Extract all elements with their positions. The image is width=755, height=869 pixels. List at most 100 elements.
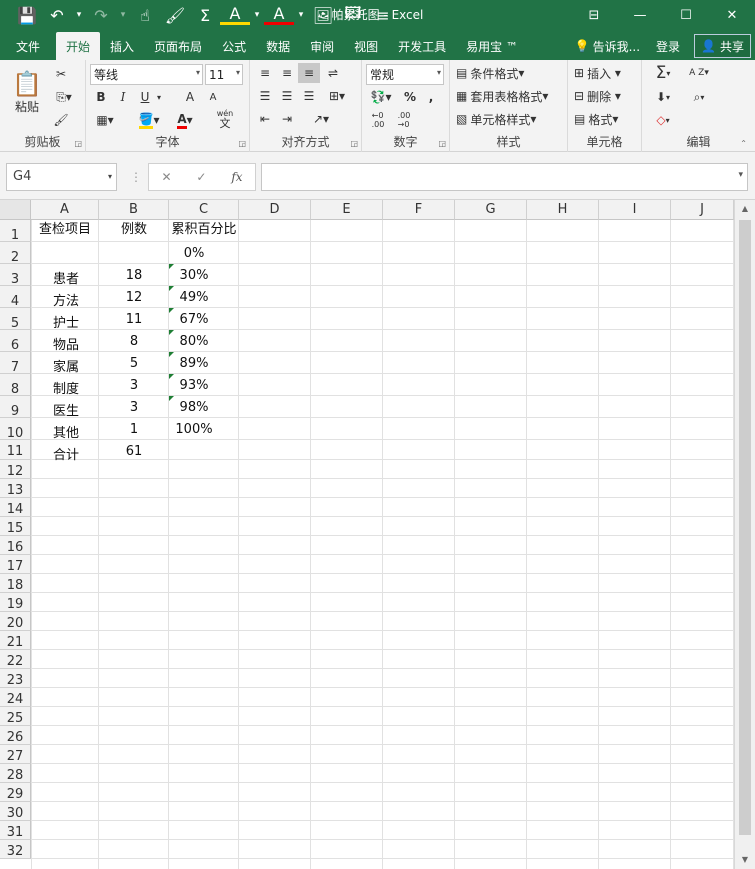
row-header-21[interactable]: 21 — [0, 631, 31, 650]
row-header-26[interactable]: 26 — [0, 726, 31, 745]
error-indicator-icon[interactable] — [169, 286, 174, 291]
align-top-icon[interactable]: ≡ — [254, 63, 276, 83]
select-all-corner[interactable] — [0, 200, 31, 220]
cell-c8[interactable]: 93% — [169, 378, 219, 400]
touch-mode-icon[interactable]: ☝ — [130, 0, 160, 30]
row-header-19[interactable]: 19 — [0, 593, 31, 612]
close-icon[interactable]: ✕ — [709, 0, 755, 30]
fill-color-icon[interactable]: A — [220, 4, 250, 25]
row-header-28[interactable]: 28 — [0, 764, 31, 783]
comma-style-button[interactable]: , — [424, 87, 438, 107]
insert-function-icon[interactable]: fx — [231, 170, 242, 184]
name-box[interactable]: G4 ▾ — [6, 163, 117, 191]
error-indicator-icon[interactable] — [169, 352, 174, 357]
row-header-31[interactable]: 31 — [0, 821, 31, 840]
cell-a6[interactable]: 物品 — [53, 334, 79, 356]
phonetic-button[interactable]: wén 文 — [210, 107, 240, 131]
error-indicator-icon[interactable] — [169, 396, 174, 401]
conditional-formatting-button[interactable]: ▤ 条件格式 ▾ — [456, 63, 564, 83]
row-header-22[interactable]: 22 — [0, 650, 31, 669]
align-left-icon[interactable]: ☰ — [254, 86, 276, 106]
cell-styles-button[interactable]: ▧ 单元格样式 ▾ — [456, 109, 564, 129]
chart-icon[interactable]: 🖾 — [338, 0, 368, 30]
row-header-30[interactable]: 30 — [0, 802, 31, 821]
undo-icon[interactable]: ↶ — [42, 0, 72, 30]
row-header-12[interactable]: 12 — [0, 460, 31, 479]
picture-icon[interactable]: 🖼 — [308, 0, 338, 30]
cut-icon[interactable]: ✂ — [50, 64, 72, 84]
expand-formula-icon[interactable]: ▾ — [738, 170, 743, 180]
cell-a9[interactable]: 医生 — [53, 400, 79, 422]
font-color-icon[interactable]: A — [264, 4, 294, 25]
vertical-scrollbar[interactable]: ▲ ▼ — [734, 200, 755, 869]
error-indicator-icon[interactable] — [169, 374, 174, 379]
accounting-format-icon[interactable]: 💱▾ — [366, 87, 396, 107]
font-size-combo[interactable]: 11 ▾ — [205, 64, 243, 85]
formula-input[interactable]: ▾ — [261, 163, 748, 191]
cell-a5[interactable]: 护士 — [53, 312, 79, 334]
paste-button[interactable]: 📋 粘贴 — [8, 66, 46, 118]
increase-decimal-icon[interactable]: ←0.00 — [366, 109, 390, 131]
enter-icon[interactable]: ✓ — [196, 170, 206, 184]
row-header-32[interactable]: 32 — [0, 840, 31, 859]
align-middle-icon[interactable]: ≡ — [276, 63, 298, 83]
cell-b9[interactable]: 3 — [99, 400, 169, 422]
column-header-d[interactable]: D — [239, 200, 311, 220]
cell-b7[interactable]: 5 — [99, 356, 169, 378]
percent-style-button[interactable]: % — [402, 87, 418, 107]
dialog-launcher-icon[interactable]: ◲ — [438, 139, 446, 148]
format-painter-button-icon[interactable]: 🖌 — [50, 110, 72, 130]
error-indicator-icon[interactable] — [169, 330, 174, 335]
autosum-icon[interactable]: Σ — [190, 0, 220, 30]
tab-view[interactable]: 视图 — [344, 32, 388, 60]
align-right-icon[interactable]: ☰ — [298, 86, 320, 106]
fill-color-dropdown-icon[interactable]: ▾ — [250, 0, 264, 30]
cell-c9[interactable]: 98% — [169, 400, 219, 422]
align-center-icon[interactable]: ☰ — [276, 86, 298, 106]
clear-button[interactable]: ◇ ▾ — [648, 109, 678, 131]
borders-icon[interactable]: ▦▾ — [92, 110, 118, 130]
column-header-h[interactable]: H — [527, 200, 599, 220]
cell-c6[interactable]: 80% — [169, 334, 219, 356]
tab-file[interactable]: 文件 — [0, 32, 56, 60]
align-bottom-icon[interactable]: ≡ — [298, 63, 320, 83]
decrease-decimal-icon[interactable]: .00 →0 — [392, 109, 416, 131]
cell-a8[interactable]: 制度 — [53, 378, 79, 400]
fill-button[interactable]: ⬇ ▾ — [648, 86, 678, 108]
tab-formulas[interactable]: 公式 — [212, 32, 256, 60]
tab-developer[interactable]: 开发工具 — [388, 32, 456, 60]
cell-b10[interactable]: 1 — [99, 422, 169, 444]
customize-toolbar-icon[interactable]: ≡ — [368, 0, 398, 30]
row-header-2[interactable]: 2 — [0, 242, 31, 265]
scroll-up-icon[interactable]: ▲ — [735, 200, 755, 218]
cell-c2[interactable]: 0% — [169, 246, 219, 268]
tab-yiyongbao[interactable]: 易用宝 ™ — [456, 32, 528, 60]
delete-cells-button[interactable]: ⊟ 删除 ▾ — [574, 86, 638, 106]
cell-a10[interactable]: 其他 — [53, 422, 79, 444]
row-header-27[interactable]: 27 — [0, 745, 31, 764]
column-header-c[interactable]: C — [169, 200, 239, 220]
row-header-29[interactable]: 29 — [0, 783, 31, 802]
column-header-b[interactable]: B — [99, 200, 169, 220]
cell-b1[interactable]: 例数 — [99, 220, 169, 241]
cell-c5[interactable]: 67% — [169, 312, 219, 334]
dialog-launcher-icon[interactable]: ◲ — [238, 139, 246, 148]
insert-cells-button[interactable]: ⊞ 插入 ▾ — [574, 63, 638, 83]
column-header-i[interactable]: I — [599, 200, 671, 220]
save-icon[interactable]: 💾 — [12, 0, 42, 30]
more-icon[interactable]: ⋮ — [130, 170, 142, 184]
font-name-combo[interactable]: 等线 ▾ — [90, 64, 203, 85]
row-header-17[interactable]: 17 — [0, 555, 31, 574]
column-header-j[interactable]: J — [671, 200, 734, 220]
underline-button[interactable]: U — [136, 87, 154, 107]
tab-review[interactable]: 审阅 — [300, 32, 344, 60]
row-header-6[interactable]: 6 — [0, 330, 31, 353]
row-header-23[interactable]: 23 — [0, 669, 31, 688]
row-header-13[interactable]: 13 — [0, 479, 31, 498]
cell-b4[interactable]: 12 — [99, 290, 169, 312]
orientation-icon[interactable]: ↗▾ — [306, 109, 336, 129]
cell-c4[interactable]: 49% — [169, 290, 219, 312]
share-button[interactable]: 👤 共享 — [694, 34, 751, 58]
redo-dropdown-icon[interactable]: ▾ — [116, 0, 130, 30]
tab-page-layout[interactable]: 页面布局 — [144, 32, 212, 60]
